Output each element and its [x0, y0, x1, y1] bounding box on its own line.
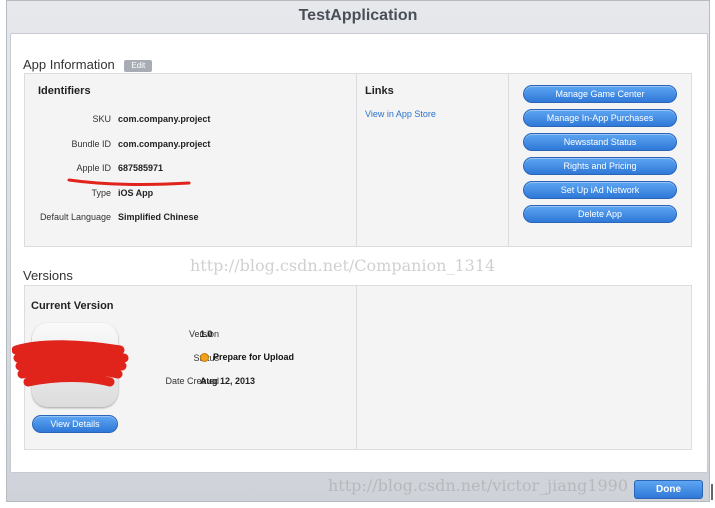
- app-information-title: App Information Edit: [23, 57, 153, 72]
- delete-app-button[interactable]: Delete App: [523, 205, 677, 223]
- bundle-id-value: com.company.project: [118, 139, 211, 149]
- red-underline-annotation: [67, 178, 191, 186]
- bundle-id-label: Bundle ID: [71, 139, 111, 149]
- sku-value: com.company.project: [118, 114, 211, 124]
- red-scribble-annotation: [12, 340, 129, 387]
- current-version-heading: Current Version: [31, 300, 114, 312]
- links-heading: Links: [365, 85, 394, 97]
- type-label: Type: [91, 188, 111, 198]
- versions-title: Versions: [23, 268, 73, 283]
- newsstand-status-button[interactable]: Newsstand Status: [523, 133, 677, 151]
- panel-divider: [356, 74, 357, 246]
- edit-button[interactable]: Edit: [124, 59, 153, 72]
- default-language-label: Default Language: [39, 212, 111, 222]
- panel-divider: [508, 74, 509, 246]
- type-value: iOS App: [118, 188, 154, 198]
- set-up-iad-network-button[interactable]: Set Up iAd Network: [523, 181, 677, 199]
- window-title: TestApplication: [298, 7, 418, 24]
- identifiers-heading: Identifiers: [38, 85, 91, 97]
- view-in-app-store-link[interactable]: View in App Store: [365, 109, 436, 119]
- versions-panel: Current Version Version 1.0 Status Prepa…: [12, 285, 692, 450]
- apple-id-label: Apple ID: [76, 163, 111, 173]
- panel-divider: [356, 286, 357, 449]
- sku-label: SKU: [92, 114, 111, 124]
- app-information-panel: Identifiers SKU com.company.project Bund…: [24, 73, 692, 247]
- status-value: Prepare for Upload: [200, 352, 295, 363]
- default-language-value: Simplified Chinese: [118, 212, 199, 222]
- status-text: Prepare for Upload: [213, 352, 295, 362]
- status-dot-icon: [200, 353, 209, 363]
- edge-mark: [711, 484, 713, 500]
- app-details-sheet: App Information Edit Identifiers SKU com…: [10, 33, 708, 473]
- done-button[interactable]: Done: [634, 480, 703, 499]
- view-details-button[interactable]: View Details: [32, 415, 118, 433]
- app-window: TestApplication App Information Edit Ide…: [6, 0, 710, 502]
- date-created-value: Aug 12, 2013: [200, 376, 256, 386]
- app-information-label: App Information: [23, 57, 115, 72]
- apple-id-value: 687585971: [118, 163, 164, 173]
- rights-and-pricing-button[interactable]: Rights and Pricing: [523, 157, 677, 175]
- manage-game-center-button[interactable]: Manage Game Center: [523, 85, 677, 103]
- manage-in-app-purchases-button[interactable]: Manage In-App Purchases: [523, 109, 677, 127]
- version-value: 1.0: [200, 329, 213, 339]
